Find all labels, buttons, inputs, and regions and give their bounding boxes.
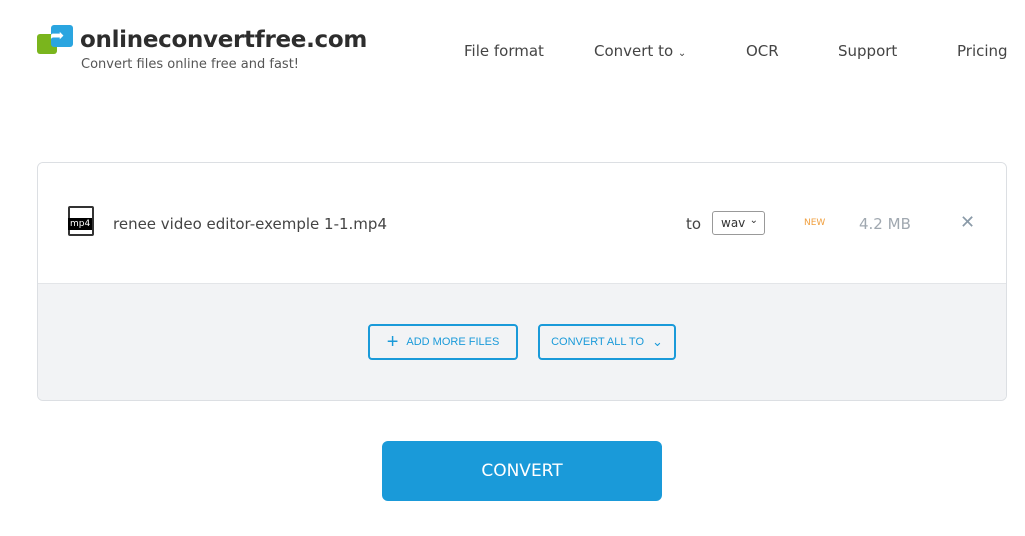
- new-badge: NEW: [804, 218, 826, 228]
- tagline: Convert files online free and fast!: [81, 57, 300, 72]
- to-label: to: [686, 215, 702, 233]
- nav-file-format[interactable]: File format: [464, 42, 544, 60]
- logo-icon: ➦: [37, 25, 75, 55]
- nav-ocr[interactable]: OCR: [746, 42, 779, 60]
- remove-file-close-icon[interactable]: ✕: [960, 212, 975, 233]
- add-more-files-button[interactable]: + ADD MORE FILES: [368, 324, 518, 360]
- nav-support[interactable]: Support: [838, 42, 897, 60]
- file-mp4-icon: mp4: [68, 206, 94, 236]
- chevron-down-icon: ⌄: [749, 215, 758, 226]
- actions-area: + ADD MORE FILES CONVERT ALL TO ⌄: [38, 284, 1006, 400]
- logo[interactable]: ➦ onlineconvertfree.com Convert files on…: [37, 25, 367, 72]
- chevron-down-icon: ⌄: [652, 334, 663, 349]
- plus-icon: +: [386, 330, 399, 353]
- file-size: 4.2 MB: [859, 215, 911, 233]
- file-row: mp4 renee video editor-exemple 1-1.mp4 t…: [38, 163, 1006, 284]
- nav-convert-to[interactable]: Convert to ⌄: [594, 42, 686, 60]
- format-select[interactable]: wav ⌄: [712, 211, 765, 235]
- nav-pricing[interactable]: Pricing: [957, 42, 1008, 60]
- brand-name: onlineconvertfree.com: [80, 27, 368, 53]
- file-panel: mp4 renee video editor-exemple 1-1.mp4 t…: [37, 162, 1007, 401]
- file-name: renee video editor-exemple 1-1.mp4: [113, 215, 387, 233]
- convert-all-to-button[interactable]: CONVERT ALL TO ⌄: [538, 324, 676, 360]
- nav-convert-to-label: Convert to: [594, 42, 674, 60]
- chevron-down-icon: ⌄: [677, 48, 687, 59]
- convert-button[interactable]: CONVERT: [382, 441, 662, 501]
